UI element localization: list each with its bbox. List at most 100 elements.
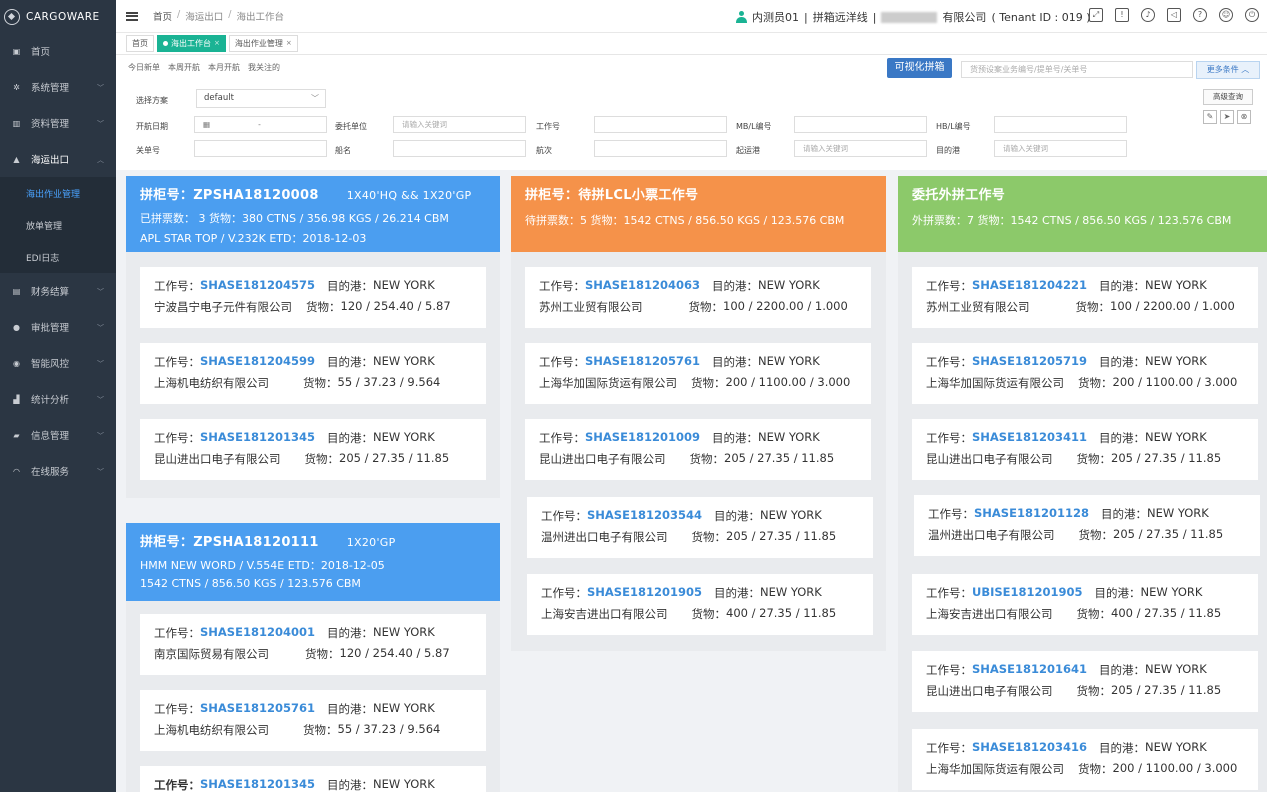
container-title: 拼柜号：ZPSHA18120111	[140, 535, 319, 550]
menu-toggle-icon[interactable]	[126, 11, 138, 21]
fullscreen-icon[interactable]: ⤢	[1089, 8, 1103, 22]
search-input[interactable]: 货预设案业务编号/提单号/关单号	[961, 61, 1193, 78]
redacted-company	[881, 11, 938, 23]
sidebar-item-system[interactable]: ✲ 系统管理 ﹀	[0, 69, 116, 105]
container-header[interactable]: 拼柜号：ZPSHA18120111 1X20'GP HMM NEW WORD / …	[126, 523, 500, 601]
sail-date-range-input[interactable]: ▦ -	[194, 116, 327, 133]
job-card[interactable]: 工作号： SHASE181205761 目的港： NEW YORK 上海机电纺织有限公司…	[140, 690, 486, 751]
job-number-link[interactable]: SHASE181204575	[200, 278, 315, 294]
job-card[interactable]: 工作号： SHASE181201128 目的港： NEW YORK 温州进出口电子有限公…	[914, 495, 1260, 556]
filter-panel: 今日新单 本周开航 本月开航 我关注的 可视化拼箱 货预设案业务编号/提单号/关…	[116, 55, 1267, 170]
job-card[interactable]: 工作号： SHASE181204063 目的港： NEW YORK 苏州工业贸有限公司货…	[525, 267, 871, 328]
job-card[interactable]: 工作号： SHASE181201345 目的港： NEW YORK 昆山进出口电子有限公…	[140, 419, 486, 480]
job-card[interactable]: 工作号： SHASE181203544 目的港： NEW YORK 温州进出口电子有限公…	[527, 497, 873, 558]
sidebar-item-home[interactable]: ▣ 首页	[0, 33, 116, 69]
sidebar-item-info[interactable]: ▰ 信息管理 ﹀	[0, 417, 116, 453]
gear-icon: ✲	[13, 82, 20, 92]
sidebar-item-data[interactable]: ▥ 资料管理 ﹀	[0, 105, 116, 141]
job-number-link[interactable]: SHASE181201905	[587, 585, 702, 601]
job-card[interactable]: 工作号： SHASE181203416 目的港： NEW YORK 上海华加国际货运有限…	[912, 729, 1258, 790]
sidebar-item-approval[interactable]: ● 审批管理 ﹀	[0, 309, 116, 345]
brand-logo[interactable]: CARGOWARE	[0, 0, 116, 33]
sidebar-sub-release[interactable]: 放单管理	[0, 209, 116, 241]
job-number-link[interactable]: SHASE181201641	[972, 662, 1087, 678]
vessel-input[interactable]	[393, 140, 526, 157]
job-number-link[interactable]: SHASE181201345	[200, 430, 315, 446]
job-card[interactable]: 工作号： SHASE181201641 目的港： NEW YORK 昆山进出口电子有限公…	[912, 651, 1258, 712]
clear-icon[interactable]: ⊗	[1237, 110, 1251, 124]
sidebar-item-sea-export[interactable]: ▲ 海运出口 ︿	[0, 141, 116, 177]
sidebar-item-risk[interactable]: ◉ 智能风控 ﹀	[0, 345, 116, 381]
job-number-link[interactable]: SHASE181204599	[200, 354, 315, 370]
scheme-select[interactable]: default ﹀	[196, 89, 326, 108]
advanced-search-button[interactable]: 高级查询	[1203, 89, 1253, 105]
job-card[interactable]: 工作号： SHASE181205719 目的港： NEW YORK 上海华加国际货运有限…	[912, 343, 1258, 404]
feedback-icon[interactable]: !	[1115, 8, 1129, 22]
job-number-link[interactable]: SHASE181203416	[972, 740, 1087, 756]
consignor-input[interactable]: 请输入关键词	[393, 116, 526, 133]
job-card[interactable]: 工作号： UBISE181201905 目的港： NEW YORK 上海安吉进出口有限公…	[912, 574, 1258, 635]
job-card[interactable]: 工作号： SHASE181204221 目的港： NEW YORK 苏州工业贸有限公司货…	[912, 267, 1258, 328]
send-icon[interactable]: ➤	[1220, 110, 1234, 124]
pending-lcl-title: 拼柜号：待拼LCL小票工作号	[525, 188, 699, 203]
breadcrumb-sea-export[interactable]: 海运出口	[185, 9, 223, 23]
job-card[interactable]: 工作号： SHASE181205761 目的港： NEW YORK 上海华加国际货运有限…	[525, 343, 871, 404]
job-number-link[interactable]: SHASE181205761	[200, 701, 315, 717]
mbl-input[interactable]	[794, 116, 927, 133]
visual-consolidation-button[interactable]: 可视化拼箱	[887, 58, 952, 78]
bell-icon[interactable]: ♪	[1141, 8, 1155, 22]
job-number-link[interactable]: UBISE181201905	[972, 585, 1083, 601]
close-icon[interactable]: ×	[286, 36, 292, 51]
outsourced-header[interactable]: 委托外拼工作号 外拼票数：7 货物：1542 CTNS / 856.50 KGS…	[898, 176, 1267, 252]
volume-icon[interactable]: ◁	[1167, 8, 1181, 22]
quick-filter-today[interactable]: 今日新单	[128, 62, 160, 73]
job-card[interactable]: 工作号： SHASE181201905 目的港： NEW YORK 上海安吉进出口有限公…	[527, 574, 873, 635]
user-profile-icon[interactable]: ☺	[1219, 8, 1233, 22]
help-icon[interactable]: ?	[1193, 8, 1207, 22]
sidebar-item-stats[interactable]: ▟ 统计分析 ﹀	[0, 381, 116, 417]
power-icon[interactable]: ⏻	[1245, 8, 1259, 22]
close-icon[interactable]: ×	[214, 36, 220, 51]
pod-label: 目的港	[936, 146, 960, 155]
chevron-down-icon: ﹀	[97, 120, 104, 128]
tab-job-management[interactable]: 海出作业管理 ×	[228, 35, 298, 52]
job-number-link[interactable]: SHASE181205719	[972, 354, 1087, 370]
job-number-link[interactable]: SHASE181203411	[972, 430, 1087, 446]
quick-filter-month[interactable]: 本月开航	[208, 62, 240, 73]
container-header[interactable]: 拼柜号：ZPSHA18120008 1X40'HQ && 1X20'GP 已拼票数…	[126, 176, 500, 252]
tab-home[interactable]: 首页	[126, 35, 154, 52]
hbl-input[interactable]	[994, 116, 1127, 133]
job-card[interactable]: 工作号： SHASE181204001 目的港： NEW YORK 南京国际贸易有限公司…	[140, 614, 486, 675]
voyage-input[interactable]	[594, 140, 727, 157]
sidebar-item-finance[interactable]: ▤ 财务结算 ﹀	[0, 273, 116, 309]
job-number-link[interactable]: SHASE181201128	[974, 506, 1089, 522]
job-card[interactable]: 工作号： SHASE181201009 目的港： NEW YORK 昆山进出口电子有限公…	[525, 419, 871, 480]
job-number-link[interactable]: SHASE181204221	[972, 278, 1087, 294]
job-number-link[interactable]: SHASE181204001	[200, 625, 315, 641]
pod-input[interactable]: 请输入关键词	[994, 140, 1127, 157]
job-number-link[interactable]: SHASE181201009	[585, 430, 700, 446]
wrench-icon[interactable]: ✎	[1203, 110, 1217, 124]
job-number-link[interactable]: SHASE181205761	[585, 354, 700, 370]
sidebar-sub-job-management[interactable]: 海出作业管理	[0, 177, 116, 209]
quick-filter-week[interactable]: 本周开航	[168, 62, 200, 73]
job-card[interactable]: 工作号： SHASE181204599 目的港： NEW YORK 上海机电纺织有限公司…	[140, 343, 486, 404]
job-no-input[interactable]	[594, 116, 727, 133]
customs-no-input[interactable]	[194, 140, 327, 157]
ship-icon: ▲	[13, 154, 20, 164]
job-number-link[interactable]: SHASE181201345	[200, 777, 315, 792]
job-card[interactable]: 工作号： SHASE181203411 目的港： NEW YORK 昆山进出口电子有限公…	[912, 419, 1258, 480]
breadcrumb-home[interactable]: 首页	[153, 9, 172, 23]
tab-sea-workbench[interactable]: 海出工作台 ×	[157, 35, 226, 52]
job-number-link[interactable]: SHASE181204063	[585, 278, 700, 294]
consignor-label: 委托单位	[335, 122, 367, 131]
job-number-link[interactable]: SHASE181203544	[587, 508, 702, 524]
quick-filter-followed[interactable]: 我关注的	[248, 62, 280, 73]
more-conditions-button[interactable]: 更多条件 ︿	[1196, 61, 1260, 79]
job-card[interactable]: 工作号： SHASE181204575 目的港： NEW YORK 宁波昌宁电子元件有限…	[140, 267, 486, 328]
pol-input[interactable]: 请输入关键词	[794, 140, 927, 157]
sidebar-item-online[interactable]: ◠ 在线服务 ﹀	[0, 453, 116, 489]
job-card[interactable]: 工作号： SHASE181201345 目的港： NEW YORK	[140, 766, 486, 792]
sidebar-sub-edi-log[interactable]: EDI日志	[0, 241, 116, 273]
pending-lcl-header[interactable]: 拼柜号：待拼LCL小票工作号 待拼票数：5 货物：1542 CTNS / 856…	[511, 176, 886, 252]
